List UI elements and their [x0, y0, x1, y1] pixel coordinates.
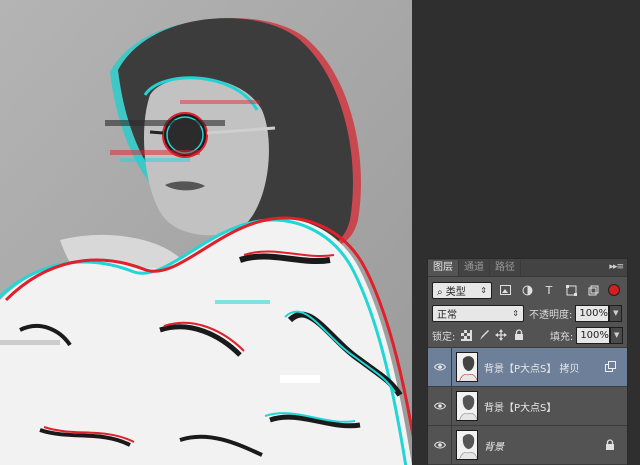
smart-object-filter-icon[interactable]: [584, 282, 602, 299]
layer-name: 背景【P大点S】 拷贝: [484, 363, 580, 375]
opacity-input[interactable]: 100%: [575, 304, 610, 322]
panel-menu-icon[interactable]: ▸▸≡: [609, 262, 624, 272]
layer-thumbnail: [456, 391, 478, 421]
layer-thumbnail: [456, 430, 478, 460]
fill-input[interactable]: 100%: [576, 326, 611, 344]
visibility-eye-icon[interactable]: [428, 386, 452, 426]
lock-label: 锁定:: [432, 331, 456, 343]
lock-position-icon[interactable]: [495, 328, 509, 342]
chevron-updown-icon: ⇕: [480, 285, 487, 295]
opacity-label: 不透明度:: [529, 309, 573, 321]
chevron-updown-icon: ⇕: [512, 308, 519, 318]
layers-list: 背景【P大点S】 拷贝 背景【P大点S】 背景: [428, 347, 627, 465]
shape-filter-icon[interactable]: [562, 282, 580, 299]
tab-channels[interactable]: 通道: [459, 260, 490, 276]
tab-paths[interactable]: 路径: [490, 260, 521, 276]
opacity-dropdown-arrow-icon[interactable]: ▼: [609, 304, 623, 322]
filter-type-dropdown[interactable]: ⌕ 类型 ⇕: [432, 281, 492, 299]
layer-name: 背景: [484, 441, 504, 453]
lock-icon: [605, 439, 617, 451]
smart-object-icon: [605, 361, 617, 373]
lock-transparent-pixels-icon[interactable]: [459, 328, 473, 342]
layer-row-background-copy[interactable]: 背景【P大点S】 拷贝: [428, 347, 627, 387]
document-canvas[interactable]: [0, 0, 412, 465]
tab-layers[interactable]: 图层: [428, 260, 459, 276]
visibility-eye-icon[interactable]: [428, 425, 452, 465]
lock-all-icon[interactable]: [512, 328, 526, 342]
glitch-portrait-image: [0, 0, 412, 465]
fill-label: 填充:: [549, 331, 574, 343]
layer-row-background-p[interactable]: 背景【P大点S】: [428, 386, 627, 426]
blend-row: 正常 ⇕ 不透明度: 100% ▼: [428, 303, 627, 323]
fill-dropdown-arrow-icon[interactable]: ▼: [610, 326, 624, 344]
adjustment-filter-icon[interactable]: [518, 282, 536, 299]
type-filter-icon[interactable]: T: [540, 282, 558, 299]
image-filter-icon[interactable]: [496, 282, 514, 299]
blend-mode-value: 正常: [437, 309, 457, 321]
blend-mode-dropdown[interactable]: 正常 ⇕: [432, 304, 524, 322]
lock-image-pixels-icon[interactable]: [477, 328, 491, 342]
layer-name: 背景【P大点S】: [484, 402, 557, 414]
layers-panel: 图层 通道 路径 ▸▸≡ ⌕ 类型 ⇕ T 正常 ⇕ 不透明度: 100% ▼: [427, 258, 628, 465]
filter-type-label: ⌕ 类型: [437, 286, 466, 298]
lock-row: 锁定: 填充: 100% ▼: [428, 325, 627, 345]
layer-row-background[interactable]: 背景: [428, 425, 627, 465]
layer-filter-row: ⌕ 类型 ⇕ T: [428, 279, 627, 301]
visibility-eye-icon[interactable]: [428, 347, 452, 387]
filter-toggle-icon[interactable]: [608, 284, 620, 296]
panel-tab-bar: 图层 通道 路径 ▸▸≡: [428, 259, 627, 277]
layer-thumbnail: [456, 352, 478, 382]
